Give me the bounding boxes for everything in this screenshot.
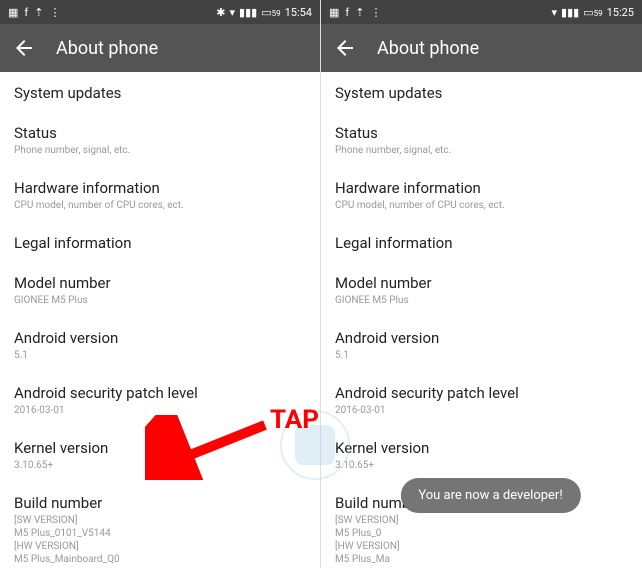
item-title: Android version — [14, 329, 306, 347]
list-item[interactable]: Kernel version 3.10.65+ — [321, 427, 642, 482]
back-icon[interactable] — [12, 36, 36, 60]
appbar: About phone — [0, 24, 320, 72]
toast-developer: You are now a developer! — [400, 478, 580, 513]
item-subtitle: 2016-03-01 — [14, 404, 306, 417]
settings-list[interactable]: System updates Status Phone number, signal… — [0, 72, 320, 568]
list-item[interactable]: Android version 5.1 — [321, 317, 642, 372]
item-title: Hardware information — [335, 179, 628, 197]
item-subtitle: GIONEE M5 Plus — [14, 294, 306, 307]
list-item[interactable]: Kernel version 3.10.65+ — [0, 427, 320, 482]
item-title: Status — [335, 124, 628, 142]
upload-icon: ⇡ — [355, 6, 364, 19]
item-title: Model number — [335, 274, 628, 292]
statusbar: ▦ f ⇡ ⋮ ✱ ▾ ▮▮▮ ▭59 15:54 — [0, 0, 320, 24]
item-subtitle: 5.1 — [335, 349, 628, 362]
wifi-icon: ▾ — [229, 6, 235, 19]
item-subtitle: GIONEE M5 Plus — [335, 294, 628, 307]
list-item[interactable]: Model number GIONEE M5 Plus — [321, 262, 642, 317]
facebook-icon: f — [24, 6, 28, 19]
item-title: Kernel version — [335, 439, 628, 457]
battery-icon: ▭59 — [583, 6, 602, 19]
item-title: Status — [14, 124, 306, 142]
clock: 15:54 — [285, 6, 312, 19]
list-item[interactable]: Legal information — [321, 222, 642, 262]
more-icon: ⋮ — [370, 6, 381, 19]
gallery-icon: ▦ — [329, 6, 339, 19]
appbar: About phone — [321, 24, 642, 72]
item-subtitle: CPU model, number of CPU cores, ect. — [14, 199, 306, 212]
item-title: Hardware information — [14, 179, 306, 197]
item-title: Model number — [14, 274, 306, 292]
list-item[interactable]: Android security patch level 2016-03-01 — [0, 372, 320, 427]
list-item[interactable]: Status Phone number, signal, etc. — [0, 112, 320, 167]
screen-right: ▦ f ⇡ ⋮ ▾ ▮▮▮ ▭59 15:25 About phone Syst… — [321, 0, 642, 568]
item-title: Android security patch level — [14, 384, 306, 402]
item-subtitle: [SW VERSION] M5 Plus_0 [HW VERSION] M5 P… — [335, 514, 628, 566]
bluetooth-icon: ✱ — [216, 6, 225, 19]
list-item[interactable]: Hardware information CPU model, number of… — [0, 167, 320, 222]
item-subtitle: [SW VERSION] M5 Plus_0101_V5144 [HW VERS… — [14, 514, 306, 566]
list-item[interactable]: Build number [SW VERSION] M5 Plus_0101_V5… — [0, 482, 320, 568]
item-title: Legal information — [335, 234, 628, 252]
screen-left: ▦ f ⇡ ⋮ ✱ ▾ ▮▮▮ ▭59 15:54 About phone Sy… — [0, 0, 321, 568]
more-icon: ⋮ — [49, 6, 60, 19]
item-title: Android version — [335, 329, 628, 347]
item-subtitle: 3.10.65+ — [14, 459, 306, 472]
clock: 15:25 — [607, 6, 634, 19]
item-title: System updates — [14, 84, 306, 102]
facebook-icon: f — [345, 6, 349, 19]
page-title: About phone — [377, 38, 479, 59]
item-subtitle: Phone number, signal, etc. — [14, 144, 306, 157]
statusbar: ▦ f ⇡ ⋮ ▾ ▮▮▮ ▭59 15:25 — [321, 0, 642, 24]
item-subtitle: 5.1 — [14, 349, 306, 362]
list-item[interactable]: Model number GIONEE M5 Plus — [0, 262, 320, 317]
page-title: About phone — [56, 38, 158, 59]
signal-icon: ▮▮▮ — [561, 6, 579, 19]
battery-icon: ▭59 — [261, 6, 280, 19]
back-icon[interactable] — [333, 36, 357, 60]
list-item[interactable]: Legal information — [0, 222, 320, 262]
item-title: Legal information — [14, 234, 306, 252]
item-title: Kernel version — [14, 439, 306, 457]
item-subtitle: CPU model, number of CPU cores, ect. — [335, 199, 628, 212]
list-item[interactable]: Hardware information CPU model, number of… — [321, 167, 642, 222]
watermark-icon — [280, 410, 350, 480]
signal-icon: ▮▮▮ — [239, 6, 257, 19]
wifi-icon: ▾ — [551, 6, 557, 19]
upload-icon: ⇡ — [34, 6, 43, 19]
list-item[interactable]: Android version 5.1 — [0, 317, 320, 372]
item-title: Android security patch level — [335, 384, 628, 402]
gallery-icon: ▦ — [8, 6, 18, 19]
list-item[interactable]: System updates — [0, 72, 320, 112]
list-item[interactable]: Status Phone number, signal, etc. — [321, 112, 642, 167]
item-subtitle: Phone number, signal, etc. — [335, 144, 628, 157]
item-title: System updates — [335, 84, 628, 102]
item-subtitle: 2016-03-01 — [335, 404, 628, 417]
item-title: Build number — [14, 494, 306, 512]
list-item[interactable]: Android security patch level 2016-03-01 — [321, 372, 642, 427]
list-item[interactable]: System updates — [321, 72, 642, 112]
item-subtitle: 3.10.65+ — [335, 459, 628, 472]
